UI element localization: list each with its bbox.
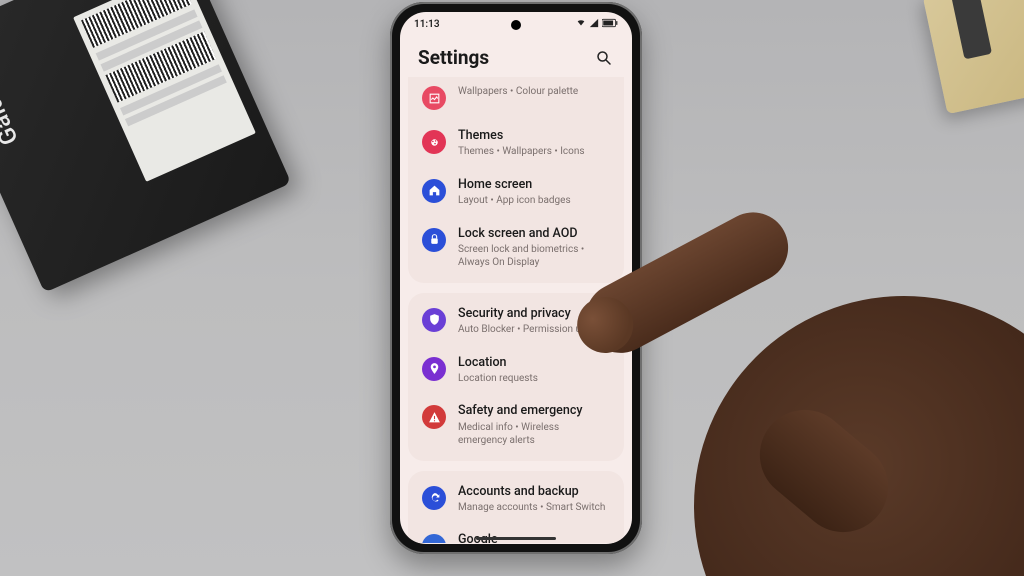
item-text: Home screenLayout • App icon badges	[458, 177, 610, 208]
battery-icon	[602, 18, 618, 31]
signal-icon	[589, 18, 599, 31]
sync-icon	[422, 486, 446, 510]
status-icons	[576, 18, 618, 31]
settings-item[interactable]: LocationLocation requests	[408, 346, 624, 395]
camera-hole	[511, 20, 521, 30]
item-subtitle: Screen lock and biometrics • Always On D…	[458, 243, 610, 270]
settings-item[interactable]: Safety and emergency Medical info • Wirel…	[408, 394, 624, 456]
gesture-handle[interactable]	[476, 537, 556, 540]
item-text: Safety and emergency Medical info • Wirel…	[458, 403, 610, 447]
item-text: ThemesThemes • Wallpapers • Icons	[458, 128, 610, 159]
alert-icon	[422, 405, 446, 429]
settings-item[interactable]: Home screenLayout • App icon badges	[408, 168, 624, 217]
phone-frame: 11:13 Settings Wallpapers • Colour palet…	[390, 2, 642, 554]
item-text: LocationLocation requests	[458, 355, 610, 386]
settings-group: Accounts and backupManage accounts • Sma…	[408, 471, 624, 544]
item-subtitle: Location requests	[458, 372, 610, 386]
status-time: 11:13	[414, 19, 440, 30]
settings-item[interactable]: Security and privacyAuto Blocker • Permi…	[408, 297, 624, 346]
product-box-label: Galaxy S25 Ultra	[0, 0, 24, 149]
item-title: Home screen	[458, 177, 610, 193]
item-title: Accounts and backup	[458, 484, 610, 500]
settings-item[interactable]: Wallpapers • Colour palette	[408, 77, 624, 119]
item-subtitle: Medical info • Wireless emergency alerts	[458, 421, 610, 448]
item-text: Accounts and backupManage accounts • Sma…	[458, 484, 610, 515]
item-subtitle: Wallpapers • Colour palette	[458, 85, 610, 99]
settings-group: Wallpapers • Colour palette ThemesThemes …	[408, 77, 624, 283]
item-subtitle: Manage accounts • Smart Switch	[458, 501, 610, 515]
item-text: Security and privacyAuto Blocker • Permi…	[458, 306, 610, 337]
item-title: Security and privacy	[458, 306, 610, 322]
item-title: Safety and emergency	[458, 403, 610, 419]
svg-text:G: G	[431, 542, 437, 543]
item-subtitle: Layout • App icon badges	[458, 194, 610, 208]
themes-icon	[422, 130, 446, 154]
lock-icon	[422, 228, 446, 252]
search-button[interactable]	[594, 48, 614, 68]
settings-group: Security and privacyAuto Blocker • Permi…	[408, 293, 624, 461]
settings-list[interactable]: Wallpapers • Colour palette ThemesThemes …	[400, 77, 632, 543]
item-title: Lock screen and AOD	[458, 226, 610, 242]
pin-icon	[422, 357, 446, 381]
settings-item[interactable]: GGoogleGoogle services	[408, 523, 624, 543]
search-icon	[595, 49, 613, 67]
item-title: Location	[458, 355, 610, 371]
item-subtitle: Themes • Wallpapers • Icons	[458, 145, 610, 159]
hinge-icon	[951, 0, 992, 59]
phone-screen: 11:13 Settings Wallpapers • Colour palet…	[400, 12, 632, 544]
item-text: Wallpapers • Colour palette	[458, 84, 610, 99]
settings-item[interactable]: Accounts and backupManage accounts • Sma…	[408, 475, 624, 524]
home-icon	[422, 179, 446, 203]
page-title: Settings	[418, 46, 489, 69]
settings-header: Settings	[400, 36, 632, 77]
google-icon: G	[422, 534, 446, 543]
item-title: Themes	[458, 128, 610, 144]
item-text: Lock screen and AODScreen lock and biome…	[458, 226, 610, 270]
wifi-icon	[576, 18, 586, 31]
settings-item[interactable]: ThemesThemes • Wallpapers • Icons	[408, 119, 624, 168]
shield-icon	[422, 308, 446, 332]
item-subtitle: Auto Blocker • Permission usage	[458, 323, 610, 337]
red-object	[968, 536, 1024, 576]
wallpaper-icon	[422, 86, 446, 110]
settings-item[interactable]: Lock screen and AODScreen lock and biome…	[408, 217, 624, 279]
